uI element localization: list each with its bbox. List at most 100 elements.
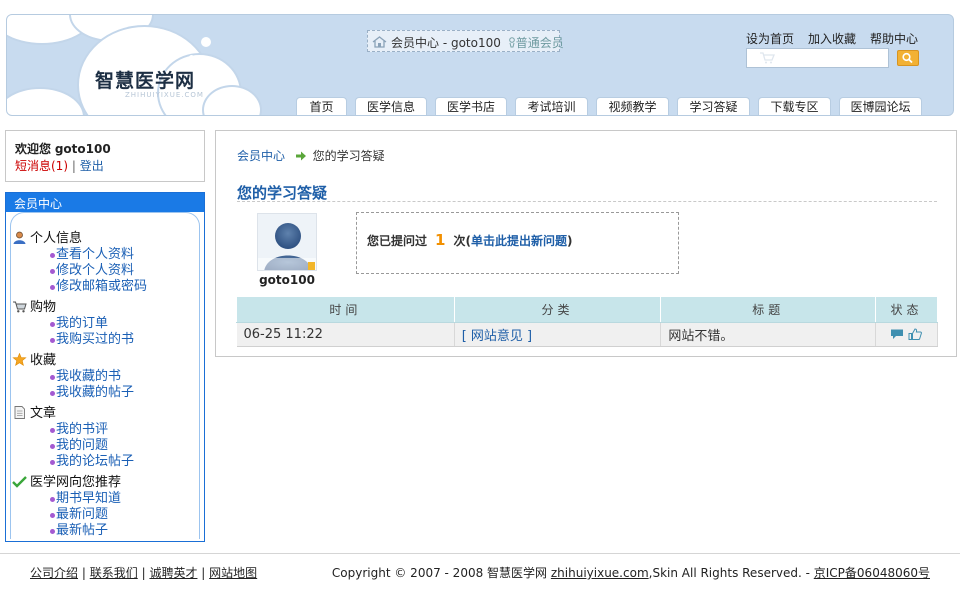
menu-item-edit-profile[interactable]: 修改个人资料: [12, 263, 147, 279]
welcome-box: 欢迎您 goto100 短消息(1) | 登出: [5, 130, 205, 182]
ask-close: ): [566, 234, 573, 248]
menu-category-shopping: 购物: [12, 300, 147, 316]
user-badge: 会员中心 - goto100 普通会员: [367, 30, 564, 52]
search-button[interactable]: [897, 50, 919, 66]
menu-item-change-email-password[interactable]: 修改邮箱或密码: [12, 279, 147, 295]
menu-item-my-reviews[interactable]: 我的书评: [12, 422, 147, 438]
cell-title[interactable]: 网站不错。: [660, 322, 877, 347]
breadcrumb: 会员中心 您的学习答疑: [237, 147, 385, 164]
table-header-row: 时间 分类 标题 状态: [236, 296, 938, 323]
welcome-username: goto100: [54, 142, 111, 156]
site-header: 智慧医学网 ZHIHUIYIXUE.COM 会员中心 - goto100 普通会…: [6, 14, 954, 116]
checkmark-icon: [12, 476, 27, 488]
nav-tab-home[interactable]: 首页: [296, 97, 347, 115]
footer-separator: |: [141, 566, 146, 580]
menu-category-label: 收藏: [30, 353, 57, 368]
menu-category-label: 医学网向您推荐: [30, 475, 122, 490]
site-logo[interactable]: 智慧医学网: [95, 66, 195, 93]
set-homepage-link[interactable]: 设为首页: [746, 32, 794, 46]
ask-new-question-link[interactable]: 单击此提出新问题: [471, 234, 567, 248]
member-level-icon: [508, 37, 515, 48]
document-icon: [14, 406, 25, 419]
cart-watermark-icon: [760, 52, 775, 64]
menu-item-my-orders[interactable]: 我的订单: [12, 316, 147, 332]
nav-tab-forum[interactable]: 医博园论坛: [839, 97, 922, 115]
cart-icon: [13, 301, 27, 313]
menu-category-personal-info: 个人信息: [12, 231, 147, 247]
help-center-link[interactable]: 帮助中心: [870, 32, 918, 46]
welcome-line: 欢迎您 goto100: [15, 140, 195, 157]
avatar-username: goto100: [259, 273, 315, 287]
page-title: 您的学习答疑: [237, 184, 328, 202]
arrow-right-icon: [295, 151, 306, 161]
avatar[interactable]: [257, 213, 317, 271]
nav-tab-study-qa[interactable]: 学习答疑: [677, 97, 750, 115]
cell-time: 06-25 11:22: [236, 322, 455, 347]
cloud-decoration: [7, 87, 85, 115]
menu-item-favorite-books[interactable]: 我收藏的书: [12, 369, 147, 385]
cell-status: [875, 322, 938, 347]
user-badge-text: 会员中心 - goto100: [391, 36, 501, 50]
nav-tab-downloads[interactable]: 下载专区: [758, 97, 831, 115]
menu-item-view-profile[interactable]: 查看个人资料: [12, 247, 147, 263]
table-row[interactable]: 06-25 11:22 [ 网站意见 ] 网站不错。: [236, 322, 938, 347]
search-icon: [902, 52, 913, 64]
menu-item-my-forum-posts[interactable]: 我的论坛帖子: [12, 454, 147, 470]
footer-link-sitemap[interactable]: 网站地图: [209, 566, 257, 580]
column-header-title: 标题: [660, 296, 877, 323]
footer-separator: |: [81, 566, 86, 580]
footer-separator: |: [201, 566, 206, 580]
menu-category-articles: 文章: [12, 406, 147, 422]
member-center-panel: 会员中心 个人信息 查看个人资料 修改个人资料 修改邮箱或密码 购物 我的订单 …: [5, 192, 205, 542]
nav-tab-video-teaching[interactable]: 视频教学: [596, 97, 669, 115]
footer-link-careers[interactable]: 诚聘英才: [149, 566, 197, 580]
house-icon: [372, 36, 387, 48]
menu-category-label: 个人信息: [30, 231, 83, 246]
top-links: 设为首页 加入收藏 帮助中心: [746, 30, 918, 47]
menu-category-label: 文章: [30, 406, 57, 421]
footer-link-about[interactable]: 公司介绍: [30, 566, 78, 580]
add-favorite-link[interactable]: 加入收藏: [808, 32, 856, 46]
column-header-status: 状态: [875, 296, 938, 323]
member-level: 普通会员: [515, 36, 564, 50]
nav-tab-bookstore[interactable]: 医学书店: [435, 97, 507, 115]
link-separator: |: [71, 159, 76, 173]
person-icon: [13, 231, 26, 244]
footer-link-contact[interactable]: 联系我们: [90, 566, 138, 580]
column-header-time: 时间: [236, 296, 455, 323]
menu-category-label: 购物: [30, 300, 57, 315]
icp-link[interactable]: 京ICP备06048060号: [814, 566, 930, 580]
account-links: 短消息(1) | 登出: [15, 157, 195, 174]
menu-category-favorites: 收藏: [12, 353, 147, 369]
logout-link[interactable]: 登出: [80, 159, 104, 173]
messages-link[interactable]: 短消息(1): [15, 159, 68, 173]
member-menu: 个人信息 查看个人资料 修改个人资料 修改邮箱或密码 购物 我的订单 我购买过的…: [12, 231, 147, 539]
member-center-title: 会员中心: [6, 193, 204, 212]
reply-bubble-icon[interactable]: [890, 328, 904, 340]
nav-tab-medical-info[interactable]: 医学信息: [355, 97, 427, 115]
bubble-decoration: [201, 37, 211, 47]
title-divider: [237, 201, 937, 202]
copyright-prefix: Copyright © 2007 - 2008 智慧医学网: [331, 566, 548, 580]
site-logo-domain: ZHIHUIYIXUE.COM: [125, 91, 204, 99]
main-panel: 会员中心 您的学习答疑 您的学习答疑 goto100 您已提问过 1 次(单击此提出…: [215, 130, 957, 357]
menu-item-latest-posts[interactable]: 最新帖子: [12, 523, 147, 539]
menu-item-upcoming-books[interactable]: 期书早知道: [12, 491, 147, 507]
column-header-category: 分类: [453, 296, 662, 323]
cell-category-link[interactable]: [ 网站意见 ]: [454, 322, 662, 347]
menu-item-favorite-posts[interactable]: 我收藏的帖子: [12, 385, 147, 401]
menu-item-purchased-books[interactable]: 我购买过的书: [12, 332, 147, 348]
default-avatar-icon: [258, 214, 316, 270]
footer-divider: [0, 553, 960, 554]
menu-item-latest-questions[interactable]: 最新问题: [12, 507, 147, 523]
welcome-label: 欢迎您: [15, 142, 52, 156]
nav-tab-exam-training[interactable]: 考试培训: [515, 97, 588, 115]
breadcrumb-home-link[interactable]: 会员中心: [237, 149, 285, 163]
copyright-mid: ,Skin All Rights Reserved. -: [648, 566, 814, 580]
menu-item-my-questions[interactable]: 我的问题: [12, 438, 147, 454]
thumbs-up-icon[interactable]: [908, 328, 923, 340]
copyright: Copyright © 2007 - 2008 智慧医学网 zhihuiyixu…: [332, 564, 930, 581]
star-icon: [12, 353, 27, 366]
question-count: 1: [435, 231, 446, 249]
copyright-domain-link[interactable]: zhihuiyixue.com: [551, 566, 649, 580]
